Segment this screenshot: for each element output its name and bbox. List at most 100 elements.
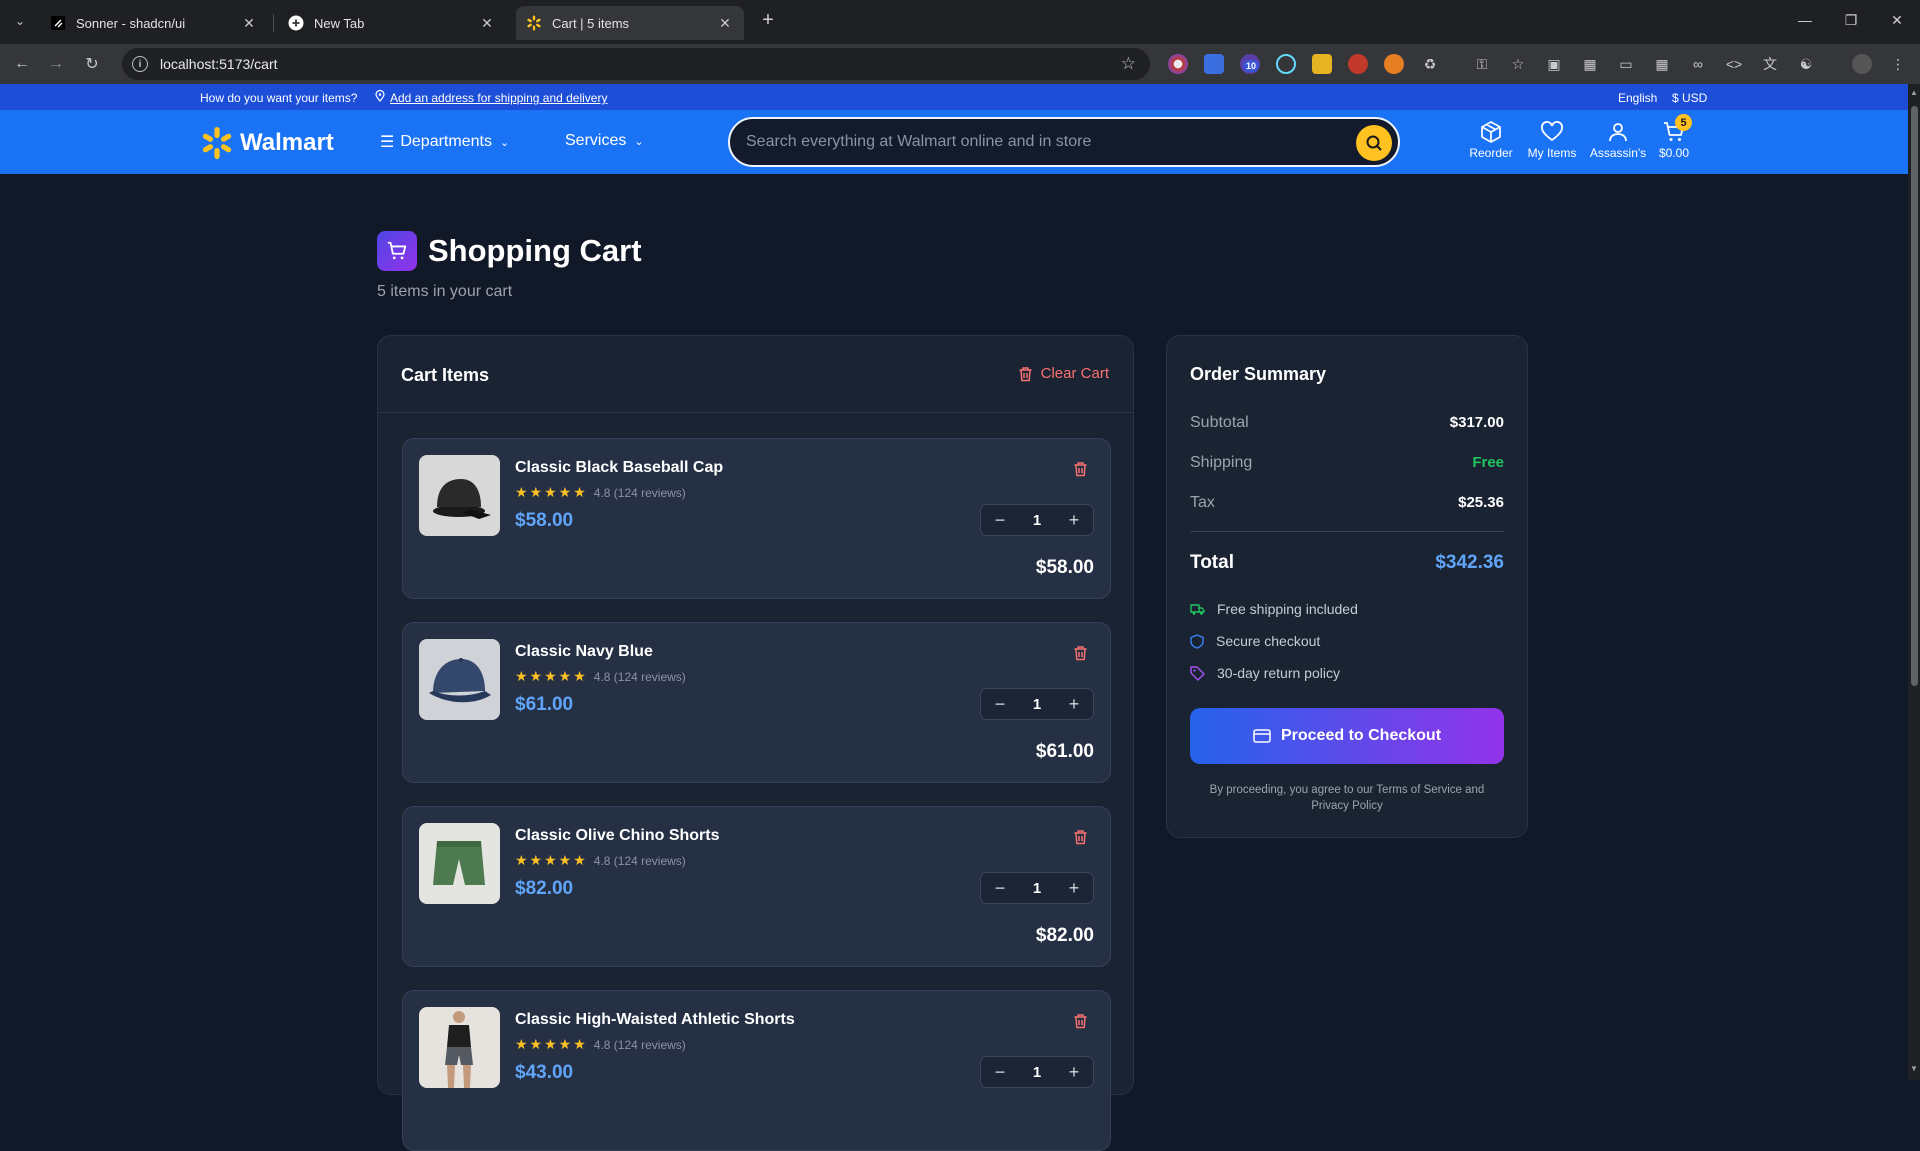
delivery-strip: How do you want your items? Add an addre…: [0, 84, 1908, 110]
screenshot-icon[interactable]: ▣: [1544, 54, 1564, 74]
product-name[interactable]: Classic Olive Chino Shorts: [515, 827, 720, 845]
checkout-label: Proceed to Checkout: [1280, 727, 1442, 744]
heart-icon: [1541, 121, 1563, 142]
cart-button[interactable]: $0.00: [1639, 120, 1709, 168]
language-selector[interactable]: English: [1618, 91, 1657, 105]
site-info-icon[interactable]: i: [132, 56, 148, 72]
decrease-quantity-button[interactable]: −: [989, 694, 1011, 715]
close-window-icon[interactable]: ✕: [1874, 0, 1920, 40]
tab-title: Sonner - shadcn/ui: [76, 15, 186, 31]
perk-label: Secure checkout: [1216, 633, 1321, 649]
tag-icon: [1190, 665, 1205, 681]
product-rating: ★★★★★ 4.8 (124 reviews): [515, 1036, 686, 1053]
increase-quantity-button[interactable]: +: [1063, 694, 1085, 715]
terms-notice: By proceeding, you agree to our Terms of…: [1209, 784, 1485, 812]
walmart-logo[interactable]: Walmart: [200, 126, 334, 160]
decrease-quantity-button[interactable]: −: [989, 510, 1011, 531]
tax-label: Tax: [1190, 494, 1215, 511]
scrollbar-thumb[interactable]: [1911, 106, 1918, 686]
perk-label: 30-day return policy: [1217, 665, 1340, 681]
browser-menu-icon[interactable]: ⋮: [1888, 54, 1908, 74]
increase-quantity-button[interactable]: +: [1063, 1062, 1085, 1083]
departments-menu[interactable]: ☰ Departments ⌄: [380, 132, 509, 152]
remove-item-button[interactable]: [1073, 461, 1088, 482]
page-title: Shopping Cart: [428, 233, 642, 268]
product-name[interactable]: Classic Navy Blue: [515, 643, 653, 661]
remove-item-button[interactable]: [1073, 829, 1088, 850]
address-bar[interactable]: i localhost:5173/cart ☆: [122, 48, 1150, 80]
extension-icon[interactable]: ☯: [1796, 54, 1816, 74]
browser-tab-sonner[interactable]: Sonner - shadcn/ui ✕: [40, 6, 268, 40]
search-placeholder: Search everything at Walmart online and …: [746, 133, 1092, 150]
remove-item-button[interactable]: [1073, 645, 1088, 666]
rating-stars: ★★★★★: [515, 852, 588, 868]
qr-code-icon[interactable]: ▦: [1580, 54, 1600, 74]
product-name[interactable]: Classic High-Waisted Athletic Shorts: [515, 1011, 795, 1029]
product-image-olive-shorts[interactable]: [419, 823, 500, 904]
increase-quantity-button[interactable]: +: [1063, 878, 1085, 899]
cart-item: Classic Black Baseball Cap ★★★★★ 4.8 (12…: [402, 438, 1111, 599]
truck-icon: [1190, 603, 1205, 615]
page-scrollbar[interactable]: ▲ ▼: [1908, 84, 1920, 1080]
currency-selector[interactable]: $ USD: [1672, 91, 1707, 105]
close-tab-icon[interactable]: ✕: [478, 14, 496, 32]
tab-divider: [273, 14, 274, 32]
scroll-down-icon[interactable]: ▼: [1910, 1064, 1918, 1073]
reload-icon[interactable]: ↻: [78, 50, 106, 78]
increase-quantity-button[interactable]: +: [1063, 510, 1085, 531]
perk-return-policy: 30-day return policy: [1190, 665, 1340, 681]
proceed-to-checkout-button[interactable]: Proceed to Checkout: [1190, 708, 1504, 764]
close-tab-icon[interactable]: ✕: [716, 14, 734, 32]
unit-price: $82.00: [515, 878, 574, 899]
hamburger-icon: ☰: [380, 134, 395, 151]
cart-items-panel: Cart Items Clear Cart Classic Black Base…: [377, 335, 1134, 1151]
order-summary-content: Order Summary Subtotal $317.00 Shipping …: [1166, 0, 1528, 1080]
table-icon[interactable]: ▦: [1652, 54, 1672, 74]
tab-title: New Tab: [314, 15, 365, 31]
scroll-up-icon[interactable]: ▲: [1910, 88, 1918, 97]
tab-search-button[interactable]: ⌄: [8, 10, 32, 32]
product-rating: ★★★★★ 4.8 (124 reviews): [515, 852, 686, 869]
decrease-quantity-button[interactable]: −: [989, 878, 1011, 899]
browser-tab-cart[interactable]: Cart | 5 items ✕: [516, 6, 744, 40]
product-name[interactable]: Classic Black Baseball Cap: [515, 459, 723, 477]
shipping-value: Free: [1472, 454, 1504, 471]
subtotal-value: $317.00: [1449, 414, 1504, 431]
clear-cart-button[interactable]: Clear Cart: [1018, 365, 1109, 382]
browser-toolbar: ← → ↻ i localhost:5173/cart ☆ ♻ ⚿ ☆ ▣ ▦ …: [0, 44, 1920, 84]
forward-icon[interactable]: →: [42, 50, 70, 78]
subtotal-row: Subtotal $317.00: [1190, 414, 1504, 432]
product-image-black-cap[interactable]: [419, 455, 500, 536]
restore-icon[interactable]: ❐: [1828, 0, 1874, 40]
code-icon[interactable]: <>: [1724, 54, 1744, 74]
new-tab-button[interactable]: +: [756, 8, 780, 32]
add-address-link[interactable]: Add an address for shipping and delivery: [390, 91, 607, 105]
shipping-label: Shipping: [1190, 454, 1253, 471]
remove-item-button[interactable]: [1073, 1013, 1088, 1034]
browser-tab-newtab[interactable]: New Tab ✕: [278, 6, 506, 40]
decrease-quantity-button[interactable]: −: [989, 1062, 1011, 1083]
product-image-athletic-shorts[interactable]: [419, 1007, 500, 1088]
minimize-icon[interactable]: —: [1782, 0, 1828, 40]
departments-label: Departments: [400, 133, 492, 150]
quantity-stepper: − 1 +: [980, 688, 1094, 720]
product-image-navy-cap[interactable]: [419, 639, 500, 720]
translate-icon[interactable]: 文: [1760, 54, 1780, 74]
close-tab-icon[interactable]: ✕: [240, 14, 258, 32]
bookmark-star-icon[interactable]: ☆: [1121, 54, 1136, 74]
perk-label: Free shipping included: [1217, 601, 1358, 617]
back-icon[interactable]: ←: [8, 50, 36, 78]
page-subtitle: 5 items in your cart: [377, 283, 513, 300]
profile-avatar-icon[interactable]: [1852, 54, 1872, 74]
shopping-cart-icon: [377, 231, 417, 271]
total-row: Total $342.36: [1190, 552, 1504, 574]
cart-items-header: Cart Items Clear Cart: [378, 336, 1133, 413]
cart-total-label: $0.00: [1658, 146, 1690, 160]
clear-cart-label: Clear Cart: [1040, 365, 1109, 382]
account-label: Assassin's: [1589, 146, 1647, 160]
shield-icon: [1190, 633, 1204, 649]
devices-icon[interactable]: ▭: [1616, 54, 1636, 74]
services-menu[interactable]: Services ⌄: [565, 132, 644, 150]
link-icon[interactable]: ∞: [1688, 54, 1708, 74]
product-rating: ★★★★★ 4.8 (124 reviews): [515, 484, 686, 501]
